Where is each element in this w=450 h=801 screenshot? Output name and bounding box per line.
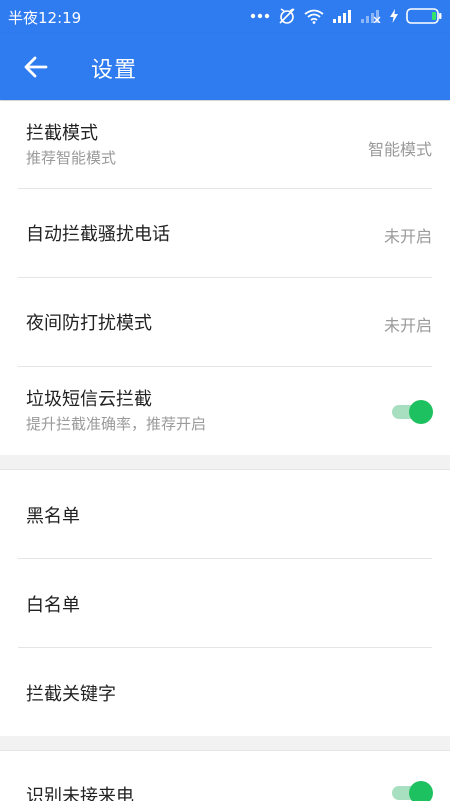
setting-title: 拦截模式 — [26, 123, 98, 144]
identify-missed-toggle[interactable] — [392, 781, 433, 801]
setting-title: 黑名单 — [26, 506, 80, 527]
setting-value: 智能模式 — [367, 140, 432, 159]
more-dots-icon — [250, 13, 270, 19]
arrow-left-icon — [24, 56, 48, 78]
setting-whitelist[interactable]: 白名单 — [18, 558, 432, 647]
settings-group-intercept: 拦截模式 推荐智能模式 智能模式 自动拦截骚扰电话 未开启 夜间防打扰模式 未开… — [0, 101, 450, 455]
battery-icon — [406, 8, 442, 24]
setting-identify-missed-calls[interactable]: 识别未接来电 — [18, 751, 433, 801]
setting-subtitle: 提升拦截准确率，推荐开启 — [26, 415, 207, 433]
signal-icon — [333, 10, 351, 23]
back-button[interactable] — [22, 53, 50, 81]
status-time: 半夜12:19 — [8, 9, 82, 27]
toggle-knob — [409, 400, 433, 424]
setting-intercept-mode[interactable]: 拦截模式 推荐智能模式 智能模式 — [18, 101, 432, 188]
status-bar: 半夜12:19 — [0, 0, 450, 33]
toggle-knob — [409, 781, 433, 801]
setting-blacklist[interactable]: 黑名单 — [18, 470, 432, 558]
setting-value: 未开启 — [383, 316, 432, 335]
setting-subtitle: 推荐智能模式 — [26, 149, 117, 167]
setting-auto-block-calls[interactable]: 自动拦截骚扰电话 未开启 — [18, 188, 432, 277]
setting-night-dnd[interactable]: 夜间防打扰模式 未开启 — [18, 277, 432, 366]
app-bar: 设置 — [0, 33, 450, 100]
setting-value: 未开启 — [383, 227, 432, 246]
setting-spam-sms-cloud[interactable]: 垃圾短信云拦截 提升拦截准确率，推荐开启 — [18, 366, 433, 455]
status-icons — [250, 6, 442, 26]
setting-title: 拦截关键字 — [26, 684, 116, 705]
settings-group-calls: 识别未接来电 — [0, 750, 450, 801]
setting-title: 垃圾短信云拦截 — [26, 389, 152, 410]
settings-group-lists: 黑名单 白名单 拦截关键字 — [0, 469, 450, 736]
setting-title: 夜间防打扰模式 — [26, 313, 152, 334]
alarm-off-icon — [279, 8, 295, 24]
signal-no-sim-icon — [361, 10, 381, 23]
charging-icon — [390, 9, 398, 23]
setting-title: 白名单 — [26, 595, 80, 616]
setting-title: 识别未接来电 — [26, 786, 134, 801]
spam-sms-toggle[interactable] — [392, 400, 433, 424]
setting-title: 自动拦截骚扰电话 — [26, 224, 170, 245]
setting-intercept-keywords[interactable]: 拦截关键字 — [18, 647, 432, 736]
wifi-icon — [304, 9, 324, 24]
page-title: 设置 — [91, 58, 138, 83]
